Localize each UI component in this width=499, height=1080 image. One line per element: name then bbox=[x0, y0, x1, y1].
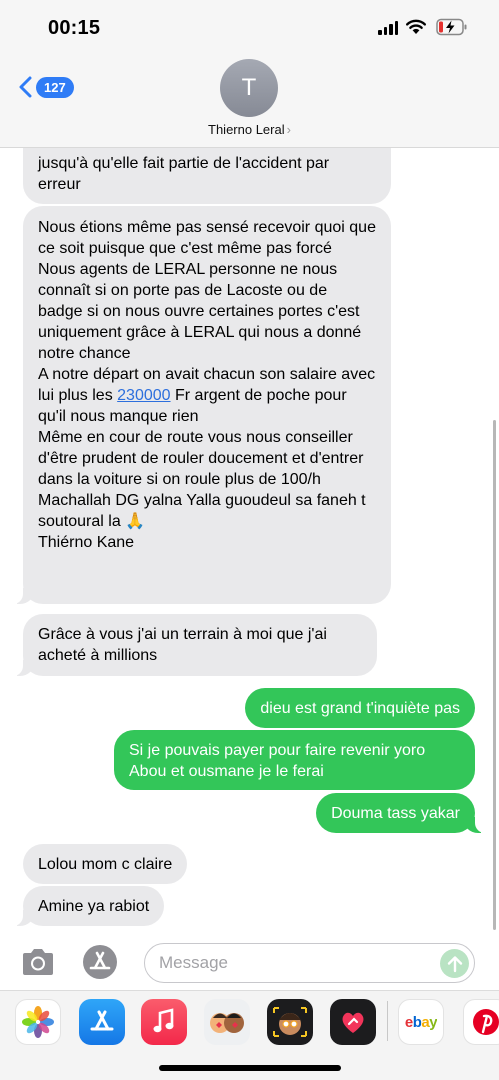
message-bubble-outgoing[interactable]: dieu est grand t'inquiète pas bbox=[245, 688, 475, 728]
home-indicator[interactable] bbox=[159, 1065, 341, 1071]
scrollbar[interactable] bbox=[493, 420, 496, 930]
battery-charging-icon bbox=[436, 18, 467, 36]
message-bubble-outgoing[interactable]: Douma tass yakar bbox=[316, 793, 485, 833]
memoji-stickers-icon[interactable] bbox=[204, 999, 250, 1045]
message-input[interactable] bbox=[159, 953, 429, 973]
app-store-icon[interactable] bbox=[79, 999, 125, 1045]
chevron-right-icon: › bbox=[286, 122, 291, 137]
app-store-button-icon[interactable] bbox=[82, 944, 118, 980]
ebay-icon[interactable]: ebay bbox=[398, 999, 444, 1045]
photos-icon[interactable] bbox=[15, 999, 61, 1045]
arrow-up-icon bbox=[447, 955, 462, 972]
drawer-divider bbox=[387, 1001, 388, 1041]
pinterest-icon[interactable] bbox=[463, 999, 499, 1045]
music-icon[interactable] bbox=[141, 999, 187, 1045]
send-button[interactable] bbox=[440, 949, 469, 978]
message-text: Fr argent de poche pour qu'il nous manqu… bbox=[38, 387, 366, 551]
phone-number-link[interactable]: 230000 bbox=[117, 387, 170, 404]
avatar-initial: T bbox=[241, 74, 257, 101]
message-text: Amine ya rabiot bbox=[38, 898, 150, 915]
message-text: jusqu'à qu'elle fait partie de l'acciden… bbox=[38, 155, 330, 193]
back-button[interactable]: 127 bbox=[18, 76, 74, 98]
digital-touch-icon[interactable] bbox=[330, 999, 376, 1045]
message-bubble-incoming[interactable]: Grâce à vous j'ai un terrain à moi que j… bbox=[13, 614, 377, 676]
status-time: 00:15 bbox=[48, 17, 101, 39]
memoji-stickers-glyph-icon bbox=[210, 1013, 244, 1033]
cellular-signal-icon bbox=[378, 21, 398, 35]
ebay-logo-text: ebay bbox=[404, 1013, 438, 1031]
message-text: Lolou mom c claire bbox=[38, 856, 173, 873]
pinterest-glyph-icon bbox=[473, 1009, 499, 1035]
status-bar: 00:15 bbox=[0, 0, 499, 56]
message-input-field[interactable] bbox=[144, 943, 475, 983]
contact-avatar[interactable]: T bbox=[220, 59, 278, 117]
contact-name-button[interactable]: Thierno Leral › bbox=[0, 122, 499, 137]
message-text: Grâce à vous j'ai un terrain à moi que j… bbox=[38, 626, 327, 664]
conversation-header: 127 T Thierno Leral › bbox=[0, 56, 499, 148]
contact-name: Thierno Leral bbox=[208, 122, 285, 137]
unread-count-badge: 127 bbox=[36, 76, 74, 98]
camera-icon[interactable] bbox=[20, 947, 56, 977]
heart-hand-glyph-icon bbox=[342, 1012, 364, 1033]
message-text: Douma tass yakar bbox=[331, 805, 460, 822]
message-bubble-outgoing[interactable]: Si je pouvais payer pour faire revenir y… bbox=[114, 730, 475, 790]
memoji-glyph-icon bbox=[273, 1007, 307, 1037]
wifi-icon bbox=[406, 19, 426, 34]
message-text: Si je pouvais payer pour faire revenir y… bbox=[129, 742, 426, 780]
music-note-glyph-icon bbox=[153, 1008, 174, 1033]
photos-glyph-icon bbox=[22, 1006, 54, 1038]
memoji-icon[interactable] bbox=[267, 999, 313, 1045]
chevron-left-icon bbox=[19, 76, 32, 98]
message-text: dieu est grand t'inquiète pas bbox=[260, 700, 460, 717]
message-bubble-incoming[interactable]: Amine ya rabiot bbox=[12, 886, 165, 926]
message-text: Nous étions même pas sensé recevoir quoi… bbox=[38, 219, 376, 404]
app-store-glyph-icon bbox=[90, 1010, 114, 1031]
message-bubble-incoming[interactable]: Nous étions même pas sensé recevoir quoi… bbox=[13, 206, 391, 604]
message-bubble-incoming[interactable]: Lolou mom c claire bbox=[23, 844, 188, 884]
